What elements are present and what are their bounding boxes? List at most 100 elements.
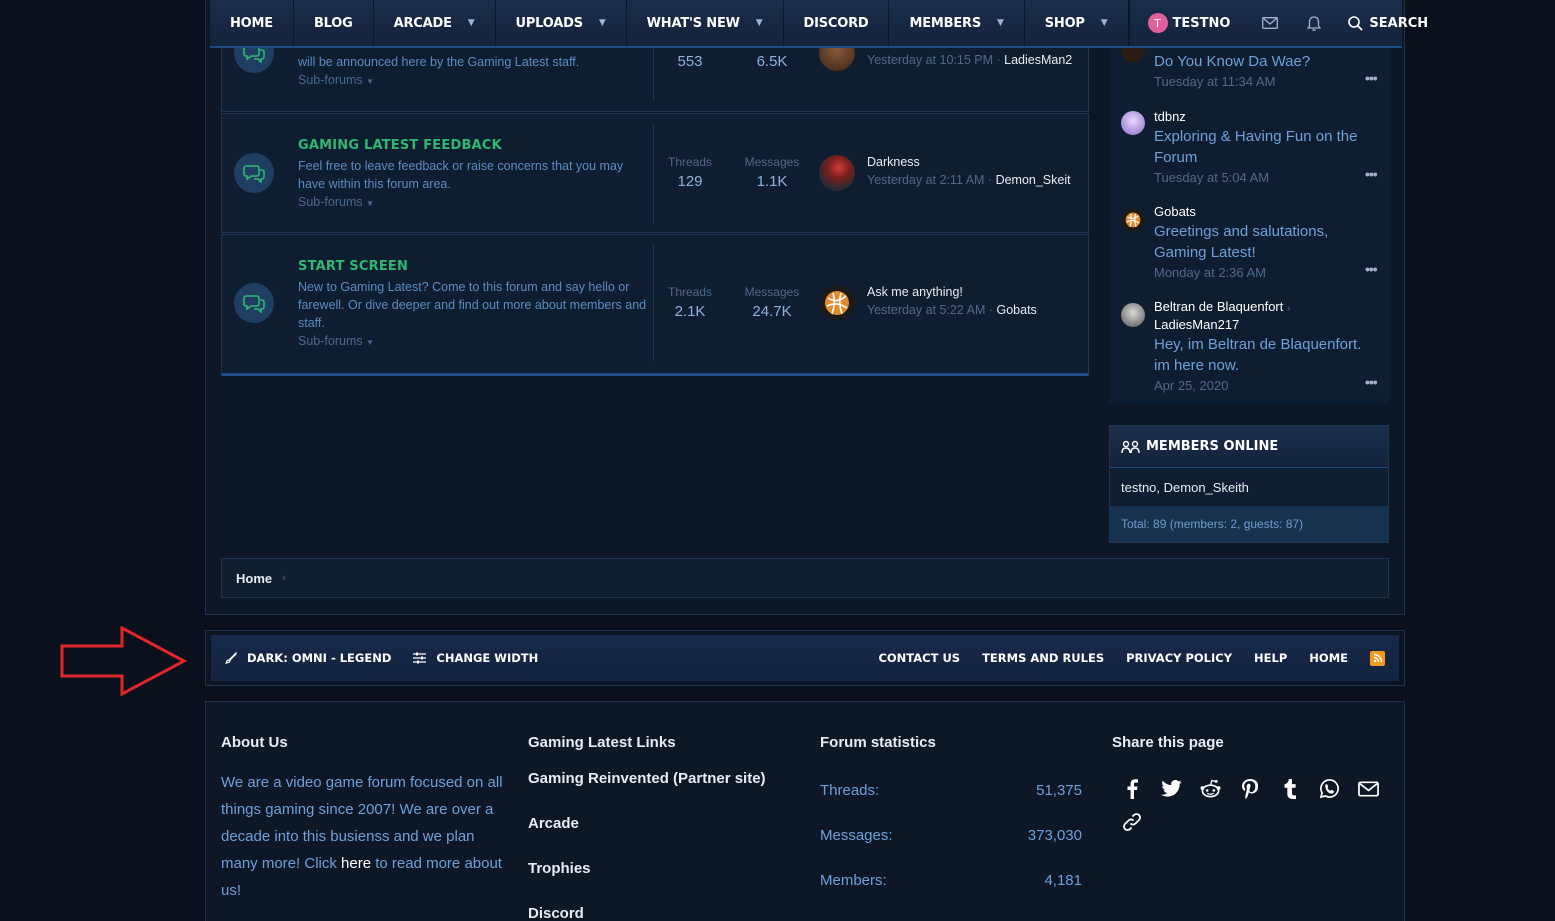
bell-icon[interactable] xyxy=(1292,0,1336,46)
footer-link-contact[interactable]: CONTACT US xyxy=(878,651,960,665)
more-icon[interactable]: ••• xyxy=(1365,166,1378,182)
caret-down-icon[interactable]: ▼ xyxy=(468,18,475,28)
list-item[interactable]: tdbnz Exploring & Having Fun on the Foru… xyxy=(1121,100,1381,195)
link-icon[interactable] xyxy=(1112,805,1152,838)
breadcrumb-home[interactable]: Home xyxy=(236,571,272,586)
nav-item-home[interactable]: HOME xyxy=(210,0,294,46)
footer-link[interactable]: Arcade xyxy=(528,815,579,832)
top-navigation: HOME BLOG ARCADE ▼ UPLOADS ▼ WHAT'S NEW ▼ DISCOR… xyxy=(210,0,1428,48)
caret-down-icon[interactable]: ▼ xyxy=(997,18,1004,28)
online-members-list[interactable]: testno, Demon_Skeith xyxy=(1110,468,1388,508)
subforums-toggle[interactable]: Sub-forums ▼ xyxy=(298,71,648,91)
chevron-right-icon: › xyxy=(1287,303,1291,314)
last-post-user[interactable]: Gobats xyxy=(996,303,1036,317)
threads-label: Threads xyxy=(667,285,713,299)
nav-item-label: BLOG xyxy=(313,15,353,31)
paintbrush-icon xyxy=(225,652,242,664)
last-post-title[interactable]: Darkness xyxy=(867,155,920,169)
post-date: Apr 25, 2020 xyxy=(1154,378,1229,393)
whatsapp-icon[interactable] xyxy=(1310,772,1350,805)
about-here-link[interactable]: here xyxy=(341,855,371,872)
post-author[interactable]: tdbnz xyxy=(1154,109,1186,124)
avatar[interactable] xyxy=(1121,303,1145,327)
user-menu[interactable]: T TESTNO xyxy=(1128,0,1249,46)
reddit-icon[interactable] xyxy=(1191,772,1231,805)
caret-down-icon[interactable]: ▼ xyxy=(756,18,763,28)
post-title[interactable]: Greetings and salutations, Gaming Latest… xyxy=(1154,221,1379,263)
avatar[interactable] xyxy=(819,285,855,321)
messages-count: 6.5K xyxy=(756,53,788,70)
pinterest-icon[interactable] xyxy=(1231,772,1271,805)
post-author-name[interactable]: Beltran de Blaquenfort xyxy=(1154,299,1283,314)
forum-description: Feel free to leave feedback or raise con… xyxy=(298,159,624,191)
avatar[interactable] xyxy=(1121,111,1145,135)
subforums-label: Sub-forums xyxy=(298,195,363,209)
post-title[interactable]: Do You Know Da Wae? xyxy=(1154,51,1379,72)
chevron-right-icon: › xyxy=(282,572,286,584)
rss-icon[interactable] xyxy=(1370,650,1385,666)
more-icon[interactable]: ••• xyxy=(1365,261,1378,277)
forum-node[interactable]: GAMING LATEST FEEDBACK Feel free to leav… xyxy=(221,113,1089,233)
subforums-toggle[interactable]: Sub-forums ▼ xyxy=(298,332,648,352)
nav-item-uploads[interactable]: UPLOADS ▼ xyxy=(496,0,627,46)
nav-item-blog[interactable]: BLOG xyxy=(294,0,374,46)
online-total: Total: 89 (members: 2, guests: 87) xyxy=(1110,506,1388,542)
nav-item-what-s-new[interactable]: WHAT'S NEW ▼ xyxy=(627,0,784,46)
post-recipient[interactable]: LadiesMan217 xyxy=(1154,317,1239,332)
footer-link-home[interactable]: HOME xyxy=(1309,651,1348,665)
footer-link-help[interactable]: HELP xyxy=(1254,651,1287,665)
more-icon[interactable]: ••• xyxy=(1365,70,1378,86)
list-item[interactable]: Beltran de Blaquenfort › LadiesMan217 He… xyxy=(1121,290,1381,400)
nav-item-shop[interactable]: SHOP ▼ xyxy=(1025,0,1129,46)
tumblr-icon[interactable] xyxy=(1270,772,1310,805)
stat-label: Messages: xyxy=(820,827,893,844)
last-post-user[interactable]: LadiesMan2 xyxy=(1004,53,1072,67)
footer-link[interactable]: Discord xyxy=(528,905,584,921)
envelope-icon[interactable] xyxy=(1248,0,1292,46)
avatar[interactable] xyxy=(819,155,855,191)
threads-count: 553 xyxy=(677,53,703,70)
nav-item-label: DISCORD xyxy=(803,15,869,31)
post-author[interactable]: Gobats xyxy=(1154,204,1196,219)
change-width-button[interactable]: CHANGE WIDTH xyxy=(413,651,538,665)
last-post-time[interactable]: Yesterday at 5:22 AM xyxy=(867,303,985,317)
caret-down-icon[interactable]: ▼ xyxy=(599,18,606,28)
search-button[interactable]: SEARCH xyxy=(1336,0,1446,46)
post-title[interactable]: Exploring & Having Fun on the Forum xyxy=(1154,126,1379,168)
nav-item-label: UPLOADS xyxy=(515,15,584,31)
stat-label: Members: xyxy=(820,872,887,889)
forum-title[interactable]: START SCREEN xyxy=(298,259,648,274)
last-post-user[interactable]: Demon_Skeit xyxy=(996,173,1071,187)
last-post-time[interactable]: Yesterday at 2:11 AM xyxy=(867,173,984,187)
nav-item-discord[interactable]: DISCORD xyxy=(784,0,890,46)
threads-label: Threads xyxy=(667,155,713,169)
nav-item-label: HOME xyxy=(230,15,273,31)
footer-link-privacy[interactable]: PRIVACY POLICY xyxy=(1126,651,1232,665)
avatar: T xyxy=(1147,13,1168,33)
list-item[interactable]: Gobats Greetings and salutations, Gaming… xyxy=(1121,195,1381,290)
caret-down-icon: ▼ xyxy=(366,338,375,347)
messages-count: 1.1K xyxy=(756,173,788,190)
subforums-toggle[interactable]: Sub-forums ▼ xyxy=(298,193,648,213)
style-chooser[interactable]: DARK: OMNI - LEGEND xyxy=(225,651,391,665)
forum-node[interactable]: START SCREEN New to Gaming Latest? Come … xyxy=(221,234,1089,376)
nav-item-members[interactable]: MEMBERS ▼ xyxy=(889,0,1025,46)
last-post-time[interactable]: Yesterday at 10:15 PM xyxy=(867,53,993,67)
caret-down-icon[interactable]: ▼ xyxy=(1101,18,1108,28)
email-icon[interactable] xyxy=(1349,772,1389,805)
forum-title[interactable]: GAMING LATEST FEEDBACK xyxy=(298,138,648,153)
post-author[interactable]: Beltran de Blaquenfort › xyxy=(1154,299,1290,314)
facebook-icon[interactable] xyxy=(1112,772,1152,805)
annotation-arrow-icon xyxy=(60,626,188,696)
footer-link-terms[interactable]: TERMS AND RULES xyxy=(982,651,1104,665)
share-title: Share this page xyxy=(1112,734,1224,751)
post-title[interactable]: Hey, im Beltran de Blaquenfort. im here … xyxy=(1154,334,1379,376)
footer-link[interactable]: Gaming Reinvented (Partner site) xyxy=(528,770,766,787)
nav-item-arcade[interactable]: ARCADE ▼ xyxy=(374,0,496,46)
last-post-title[interactable]: Ask me anything! xyxy=(867,285,963,299)
avatar[interactable] xyxy=(1121,208,1145,232)
twitter-icon[interactable] xyxy=(1152,772,1192,805)
footer-link[interactable]: Trophies xyxy=(528,860,591,877)
stat-value: 4,181 xyxy=(1044,872,1082,889)
more-icon[interactable]: ••• xyxy=(1365,374,1378,390)
